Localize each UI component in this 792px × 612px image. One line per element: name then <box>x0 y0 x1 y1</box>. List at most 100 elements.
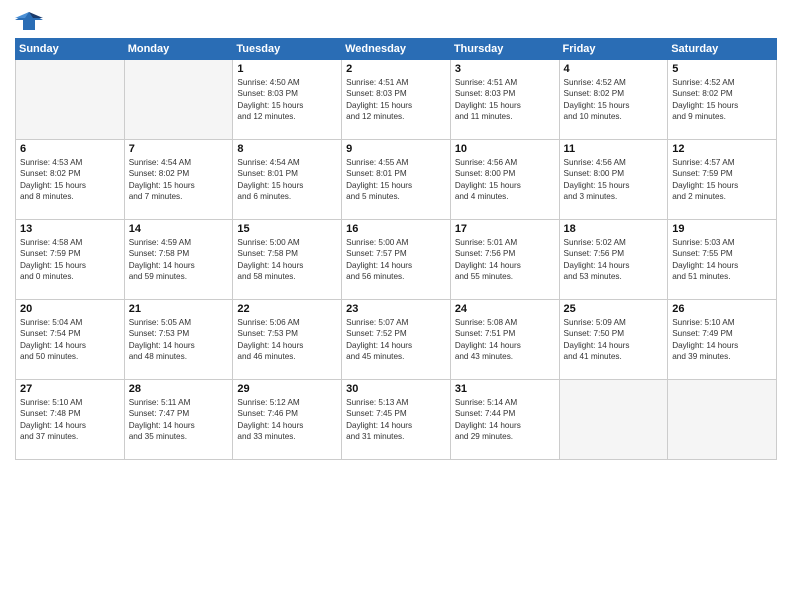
day-info: Sunrise: 4:58 AM Sunset: 7:59 PM Dayligh… <box>20 237 120 283</box>
day-info: Sunrise: 5:04 AM Sunset: 7:54 PM Dayligh… <box>20 317 120 363</box>
logo <box>15 10 47 32</box>
day-number: 22 <box>237 303 337 315</box>
day-cell: 1Sunrise: 4:50 AM Sunset: 8:03 PM Daylig… <box>233 60 342 140</box>
day-cell: 9 Sunrise: 4:55 AM Sunset: 8:01 PM Daylig… <box>342 140 451 220</box>
day-number: 15 <box>237 223 337 235</box>
day-cell: 18 Sunrise: 5:02 AM Sunset: 7:56 PM Dayli… <box>559 220 668 300</box>
day-cell: 14 Sunrise: 4:59 AM Sunset: 7:58 PM Dayli… <box>124 220 233 300</box>
header <box>15 10 777 32</box>
weekday-header-wednesday: Wednesday <box>342 39 451 60</box>
day-number: 14 <box>129 223 229 235</box>
day-cell: 11Sunrise: 4:56 AM Sunset: 8:00 PM Dayli… <box>559 140 668 220</box>
weekday-header-saturday: Saturday <box>668 39 777 60</box>
day-cell: 5 Sunrise: 4:52 AM Sunset: 8:02 PM Daylig… <box>668 60 777 140</box>
day-cell: 13 Sunrise: 4:58 AM Sunset: 7:59 PM Dayli… <box>16 220 125 300</box>
day-cell <box>16 60 125 140</box>
day-number: 10 <box>455 143 555 155</box>
day-info: Sunrise: 5:06 AM Sunset: 7:53 PM Dayligh… <box>237 317 337 363</box>
day-number: 2 <box>346 63 446 75</box>
weekday-header-friday: Friday <box>559 39 668 60</box>
day-cell <box>668 380 777 460</box>
day-cell: 16 Sunrise: 5:00 AM Sunset: 7:57 PM Dayli… <box>342 220 451 300</box>
day-cell: 22 Sunrise: 5:06 AM Sunset: 7:53 PM Dayli… <box>233 300 342 380</box>
day-info: Sunrise: 5:07 AM Sunset: 7:52 PM Dayligh… <box>346 317 446 363</box>
day-cell: 19 Sunrise: 5:03 AM Sunset: 7:55 PM Dayli… <box>668 220 777 300</box>
day-cell: 12 Sunrise: 4:57 AM Sunset: 7:59 PM Dayli… <box>668 140 777 220</box>
day-cell: 17Sunrise: 5:01 AM Sunset: 7:56 PM Dayli… <box>450 220 559 300</box>
day-info: Sunrise: 4:57 AM Sunset: 7:59 PM Dayligh… <box>672 157 772 203</box>
day-info: Sunrise: 5:14 AM Sunset: 7:44 PM Dayligh… <box>455 397 555 443</box>
day-cell: 25 Sunrise: 5:09 AM Sunset: 7:50 PM Dayli… <box>559 300 668 380</box>
week-row-1: 1Sunrise: 4:50 AM Sunset: 8:03 PM Daylig… <box>16 60 777 140</box>
day-info: Sunrise: 5:02 AM Sunset: 7:56 PM Dayligh… <box>564 237 664 283</box>
day-cell: 10 Sunrise: 4:56 AM Sunset: 8:00 PM Dayli… <box>450 140 559 220</box>
day-number: 6 <box>20 143 120 155</box>
day-info: Sunrise: 4:59 AM Sunset: 7:58 PM Dayligh… <box>129 237 229 283</box>
day-number: 23 <box>346 303 446 315</box>
day-info: Sunrise: 4:51 AM Sunset: 8:03 PM Dayligh… <box>455 77 555 123</box>
day-info: Sunrise: 4:52 AM Sunset: 8:02 PM Dayligh… <box>564 77 664 123</box>
day-info: Sunrise: 4:55 AM Sunset: 8:01 PM Dayligh… <box>346 157 446 203</box>
day-number: 13 <box>20 223 120 235</box>
day-number: 5 <box>672 63 772 75</box>
day-info: Sunrise: 4:56 AM Sunset: 8:00 PM Dayligh… <box>564 157 664 203</box>
day-number: 3 <box>455 63 555 75</box>
day-cell: 7 Sunrise: 4:54 AM Sunset: 8:02 PM Daylig… <box>124 140 233 220</box>
weekday-header-tuesday: Tuesday <box>233 39 342 60</box>
day-info: Sunrise: 4:53 AM Sunset: 8:02 PM Dayligh… <box>20 157 120 203</box>
day-info: Sunrise: 5:11 AM Sunset: 7:47 PM Dayligh… <box>129 397 229 443</box>
day-cell <box>124 60 233 140</box>
day-number: 31 <box>455 383 555 395</box>
page: SundayMondayTuesdayWednesdayThursdayFrid… <box>0 0 792 612</box>
day-cell: 8 Sunrise: 4:54 AM Sunset: 8:01 PM Daylig… <box>233 140 342 220</box>
day-info: Sunrise: 4:54 AM Sunset: 8:01 PM Dayligh… <box>237 157 337 203</box>
day-number: 26 <box>672 303 772 315</box>
day-info: Sunrise: 5:13 AM Sunset: 7:45 PM Dayligh… <box>346 397 446 443</box>
day-cell: 20Sunrise: 5:04 AM Sunset: 7:54 PM Dayli… <box>16 300 125 380</box>
day-number: 17 <box>455 223 555 235</box>
day-info: Sunrise: 5:03 AM Sunset: 7:55 PM Dayligh… <box>672 237 772 283</box>
day-cell: 30Sunrise: 5:13 AM Sunset: 7:45 PM Dayli… <box>342 380 451 460</box>
day-info: Sunrise: 5:09 AM Sunset: 7:50 PM Dayligh… <box>564 317 664 363</box>
day-cell: 21 Sunrise: 5:05 AM Sunset: 7:53 PM Dayli… <box>124 300 233 380</box>
week-row-5: 27Sunrise: 5:10 AM Sunset: 7:48 PM Dayli… <box>16 380 777 460</box>
weekday-header-monday: Monday <box>124 39 233 60</box>
day-cell: 31 Sunrise: 5:14 AM Sunset: 7:44 PM Dayli… <box>450 380 559 460</box>
day-number: 12 <box>672 143 772 155</box>
day-info: Sunrise: 5:10 AM Sunset: 7:49 PM Dayligh… <box>672 317 772 363</box>
day-number: 21 <box>129 303 229 315</box>
day-info: Sunrise: 5:05 AM Sunset: 7:53 PM Dayligh… <box>129 317 229 363</box>
day-cell <box>559 380 668 460</box>
day-cell: 15 Sunrise: 5:00 AM Sunset: 7:58 PM Dayli… <box>233 220 342 300</box>
day-cell: 2 Sunrise: 4:51 AM Sunset: 8:03 PM Daylig… <box>342 60 451 140</box>
weekday-header-row: SundayMondayTuesdayWednesdayThursdayFrid… <box>16 39 777 60</box>
week-row-4: 20Sunrise: 5:04 AM Sunset: 7:54 PM Dayli… <box>16 300 777 380</box>
day-number: 24 <box>455 303 555 315</box>
day-number: 18 <box>564 223 664 235</box>
day-number: 29 <box>237 383 337 395</box>
day-cell: 4Sunrise: 4:52 AM Sunset: 8:02 PM Daylig… <box>559 60 668 140</box>
logo-icon <box>15 10 43 32</box>
day-info: Sunrise: 5:00 AM Sunset: 7:57 PM Dayligh… <box>346 237 446 283</box>
day-cell: 28Sunrise: 5:11 AM Sunset: 7:47 PM Dayli… <box>124 380 233 460</box>
day-info: Sunrise: 4:56 AM Sunset: 8:00 PM Dayligh… <box>455 157 555 203</box>
weekday-header-sunday: Sunday <box>16 39 125 60</box>
day-number: 7 <box>129 143 229 155</box>
day-info: Sunrise: 4:52 AM Sunset: 8:02 PM Dayligh… <box>672 77 772 123</box>
day-info: Sunrise: 5:00 AM Sunset: 7:58 PM Dayligh… <box>237 237 337 283</box>
day-cell: 24Sunrise: 5:08 AM Sunset: 7:51 PM Dayli… <box>450 300 559 380</box>
day-number: 19 <box>672 223 772 235</box>
weekday-header-thursday: Thursday <box>450 39 559 60</box>
day-cell: 29 Sunrise: 5:12 AM Sunset: 7:46 PM Dayli… <box>233 380 342 460</box>
day-number: 8 <box>237 143 337 155</box>
day-number: 16 <box>346 223 446 235</box>
day-number: 25 <box>564 303 664 315</box>
day-info: Sunrise: 4:51 AM Sunset: 8:03 PM Dayligh… <box>346 77 446 123</box>
calendar-table: SundayMondayTuesdayWednesdayThursdayFrid… <box>15 38 777 460</box>
day-cell: 6 Sunrise: 4:53 AM Sunset: 8:02 PM Daylig… <box>16 140 125 220</box>
day-number: 27 <box>20 383 120 395</box>
day-info: Sunrise: 4:54 AM Sunset: 8:02 PM Dayligh… <box>129 157 229 203</box>
day-info: Sunrise: 5:12 AM Sunset: 7:46 PM Dayligh… <box>237 397 337 443</box>
day-number: 9 <box>346 143 446 155</box>
week-row-3: 13 Sunrise: 4:58 AM Sunset: 7:59 PM Dayli… <box>16 220 777 300</box>
